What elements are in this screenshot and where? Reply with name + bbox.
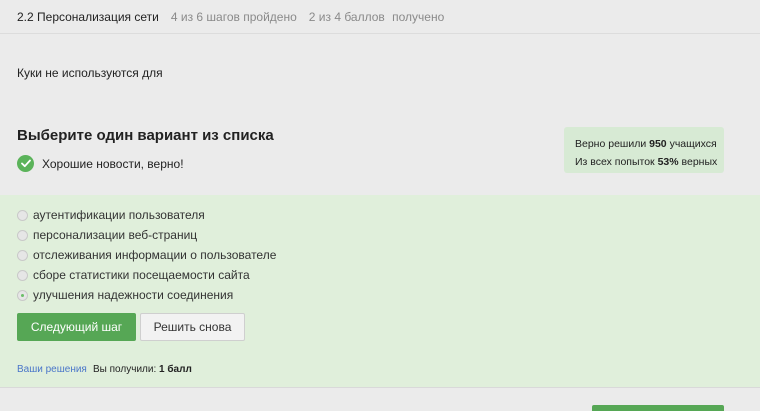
solved-stat: Верно решили 950 учащихся [575, 135, 724, 153]
solved-prefix: Верно решили [575, 138, 647, 150]
radio-button-selected[interactable] [17, 289, 28, 301]
received-score: Вы получили: 1 балл [93, 364, 192, 375]
lesson-header: 2.2 Персонализация сети 4 из 6 шагов про… [0, 0, 760, 34]
feedback-text: Хорошие новости, верно! [42, 156, 184, 171]
radio-button[interactable] [17, 249, 28, 261]
score-progress: 2 из 4 баллов получено [309, 10, 445, 24]
solved-count: 950 [649, 138, 667, 150]
option-item[interactable]: отслеживания информации о пользователе [17, 245, 276, 265]
bottom-action-button[interactable] [592, 405, 724, 411]
option-label: аутентификации пользователя [33, 208, 205, 222]
retry-button[interactable]: Решить снова [140, 313, 245, 341]
solved-suffix: учащихся [669, 138, 717, 150]
lesson-title[interactable]: 2.2 Персонализация сети [17, 10, 159, 24]
attempts-percent: 53% [657, 156, 679, 168]
option-label: персонализации веб-страниц [33, 228, 198, 242]
received-prefix: Вы получили: [93, 364, 157, 375]
option-item[interactable]: персонализации веб-страниц [17, 225, 276, 245]
score-suffix: получено [392, 9, 445, 24]
received-value: 1 балл [159, 364, 192, 375]
your-solutions-link[interactable]: Ваши решения [17, 364, 87, 375]
attempts-prefix: Из всех попыток [575, 156, 655, 168]
option-label: улучшения надежности соединения [33, 288, 234, 302]
option-item[interactable]: сборе статистики посещаемости сайта [17, 265, 276, 285]
steps-progress: 4 из 6 шагов пройдено [170, 9, 297, 24]
radio-button[interactable] [17, 229, 28, 241]
option-item[interactable]: аутентификации пользователя [17, 205, 276, 225]
question-text: Куки не используются для [17, 66, 163, 80]
stats-box: Верно решили 950 учащихся Из всех попыто… [564, 127, 724, 173]
options-list: аутентификации пользователя персонализац… [17, 205, 276, 305]
attempts-suffix: верных [681, 156, 718, 168]
score-points: 2 из 4 баллов [308, 9, 385, 24]
radio-button[interactable] [17, 209, 28, 221]
checkmark-icon [17, 155, 34, 172]
option-item-selected[interactable]: улучшения надежности соединения [17, 285, 276, 305]
task-title: Выберите один вариант из списка [17, 127, 274, 144]
option-label: сборе статистики посещаемости сайта [33, 268, 250, 282]
feedback-message: Хорошие новости, верно! [17, 155, 184, 172]
option-label: отслеживания информации о пользователе [33, 248, 277, 262]
radio-button[interactable] [17, 269, 28, 281]
attempts-stat: Из всех попыток 53% верных [575, 153, 724, 171]
next-step-button[interactable]: Следующий шаг [17, 313, 136, 341]
